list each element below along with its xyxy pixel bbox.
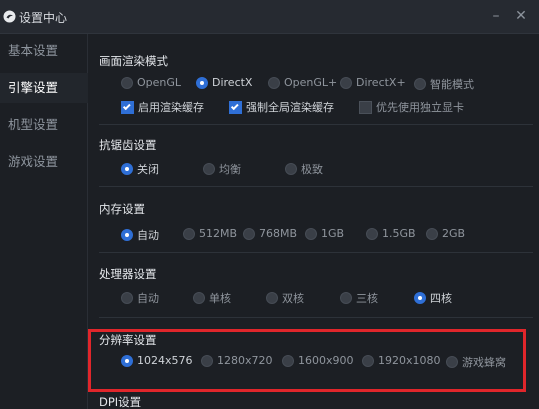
resolution-option-1600x900[interactable]: 1600x900 [282, 354, 354, 367]
cpu-option-quad[interactable]: 四核 [414, 290, 452, 306]
antialias-title: 抗锯齿设置 [99, 138, 157, 152]
checkbox-prefer-discrete-gpu[interactable]: 优先使用独立显卡 [359, 99, 464, 115]
resolution-option-game-hive[interactable]: 游戏蜂窝 [446, 354, 506, 370]
minimize-button[interactable]: – [486, 6, 506, 26]
antialias-option-max[interactable]: 极致 [285, 161, 323, 177]
resolution-option-1024x576[interactable]: 1024x576 [121, 354, 193, 367]
sidebar-item-basic[interactable]: 基本设置 [0, 36, 88, 66]
checkbox-icon [359, 100, 372, 114]
checkbox-checked-icon [229, 100, 242, 114]
radio-icon [414, 78, 426, 90]
sidebar-item-engine[interactable]: 引擎设置 [0, 73, 88, 103]
radio-icon [183, 227, 195, 240]
antialias-option-balanced[interactable]: 均衡 [203, 161, 241, 177]
memory-option-768mb[interactable]: 768MB [243, 227, 297, 240]
resolution-title: 分辨率设置 [99, 333, 157, 347]
render-option-directx-plus[interactable]: DirectX+ [340, 76, 406, 89]
render-option-directx[interactable]: DirectX [196, 76, 252, 89]
radio-icon [282, 354, 294, 367]
radio-selected-icon [121, 163, 133, 175]
radio-icon [426, 227, 438, 240]
radio-icon [201, 354, 213, 367]
divider [99, 317, 533, 318]
memory-option-auto[interactable]: 自动 [121, 227, 159, 243]
divider [99, 124, 533, 125]
cpu-option-dual[interactable]: 双核 [266, 290, 304, 306]
window-title: 设置中心 [19, 11, 68, 25]
engine-settings-panel: 画面渲染模式 OpenGL DirectX OpenGL+ DirectX+ 智… [89, 34, 539, 409]
cpu-option-triple[interactable]: 三核 [340, 290, 378, 306]
radio-icon [268, 76, 280, 89]
app-logo-icon [3, 10, 16, 23]
checkbox-force-global-cache[interactable]: 强制全局渲染缓存 [229, 99, 334, 115]
radio-icon [305, 227, 317, 240]
cpu-option-auto[interactable]: 自动 [121, 290, 159, 306]
radio-icon [193, 292, 205, 304]
radio-icon [362, 354, 374, 367]
radio-icon [121, 292, 133, 304]
radio-icon [266, 292, 278, 304]
radio-selected-icon [414, 292, 426, 304]
checkbox-checked-icon [121, 100, 134, 114]
sidebar-item-device[interactable]: 机型设置 [0, 110, 88, 140]
sidebar: 基本设置 引擎设置 机型设置 游戏设置 [0, 34, 88, 409]
title-bar: 设置中心 – ✕ [0, 0, 539, 34]
resolution-option-1920x1080[interactable]: 1920x1080 [362, 354, 441, 367]
antialias-option-off[interactable]: 关闭 [121, 161, 159, 177]
divider [99, 252, 533, 253]
render-option-opengl[interactable]: OpenGL [121, 76, 181, 89]
radio-icon [285, 163, 297, 175]
radio-selected-icon [196, 76, 208, 89]
close-button[interactable]: ✕ [511, 6, 531, 26]
divider [99, 186, 533, 187]
radio-icon [340, 292, 352, 304]
memory-option-512mb[interactable]: 512MB [183, 227, 237, 240]
radio-selected-icon [121, 354, 133, 367]
render-mode-title: 画面渲染模式 [99, 54, 168, 68]
radio-icon [446, 356, 458, 368]
radio-icon [121, 76, 133, 89]
memory-option-2gb[interactable]: 2GB [426, 227, 465, 240]
radio-icon [340, 76, 352, 89]
render-option-opengl-plus[interactable]: OpenGL+ [268, 76, 337, 89]
cpu-option-single[interactable]: 单核 [193, 290, 231, 306]
radio-icon [243, 227, 255, 240]
cpu-title: 处理器设置 [99, 267, 157, 281]
radio-icon [366, 227, 378, 240]
memory-option-1gb[interactable]: 1GB [305, 227, 344, 240]
dpi-title: DPI设置 [99, 395, 142, 409]
resolution-option-1280x720[interactable]: 1280x720 [201, 354, 273, 367]
memory-title: 内存设置 [99, 202, 145, 216]
checkbox-enable-render-cache[interactable]: 启用渲染缓存 [121, 99, 204, 115]
sidebar-item-game[interactable]: 游戏设置 [0, 147, 88, 177]
render-option-smart[interactable]: 智能模式 [414, 76, 474, 92]
memory-option-1-5gb[interactable]: 1.5GB [366, 227, 416, 240]
radio-icon [203, 163, 215, 175]
radio-selected-icon [121, 229, 133, 241]
